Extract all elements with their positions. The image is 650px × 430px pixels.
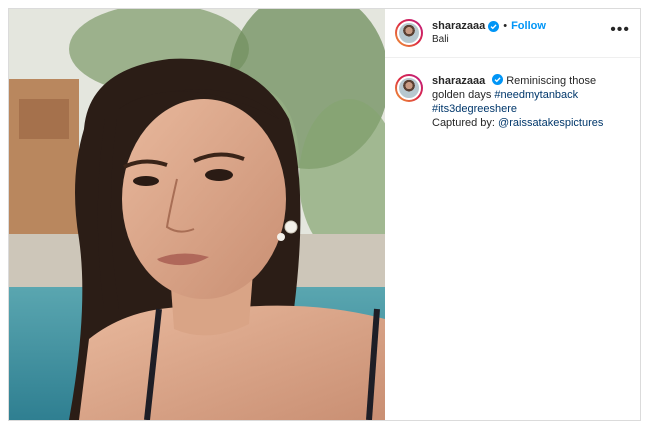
caption-row: sharazaaa Reminiscing those golden days #… — [385, 58, 640, 130]
follow-button[interactable]: Follow — [511, 19, 546, 33]
caption-username[interactable]: sharazaaa — [432, 75, 485, 87]
header-text: sharazaaa • Follow Bali — [432, 19, 546, 47]
separator-dot: • — [503, 20, 508, 32]
caption-avatar[interactable] — [395, 74, 423, 102]
avatar[interactable] — [395, 19, 423, 47]
header-line: sharazaaa • Follow — [432, 19, 546, 33]
post-photo-image — [9, 9, 385, 420]
location-link[interactable]: Bali — [432, 33, 546, 47]
mention-link[interactable]: @raissatakespictures — [498, 117, 603, 129]
hashtag-link[interactable]: #its3degreeshere — [432, 103, 517, 115]
caption-credit-prefix: Captured by: — [432, 117, 495, 129]
post-photo[interactable] — [9, 9, 385, 420]
verified-badge-icon — [488, 20, 500, 32]
post-card: sharazaaa • Follow Bali ••• sharazaaa Rem… — [8, 8, 641, 421]
more-options-icon[interactable]: ••• — [610, 22, 630, 41]
caption-avatar-image — [397, 76, 421, 100]
avatar-image — [397, 21, 421, 45]
hashtag-link[interactable]: #needmytanback — [494, 89, 578, 101]
caption-text: sharazaaa Reminiscing those golden days #… — [432, 74, 607, 130]
caption-verified-badge-icon — [492, 74, 504, 85]
post-header: sharazaaa • Follow Bali ••• — [385, 9, 640, 58]
header-username[interactable]: sharazaaa — [432, 19, 485, 33]
post-sidebar: sharazaaa • Follow Bali ••• sharazaaa Rem… — [385, 9, 640, 420]
